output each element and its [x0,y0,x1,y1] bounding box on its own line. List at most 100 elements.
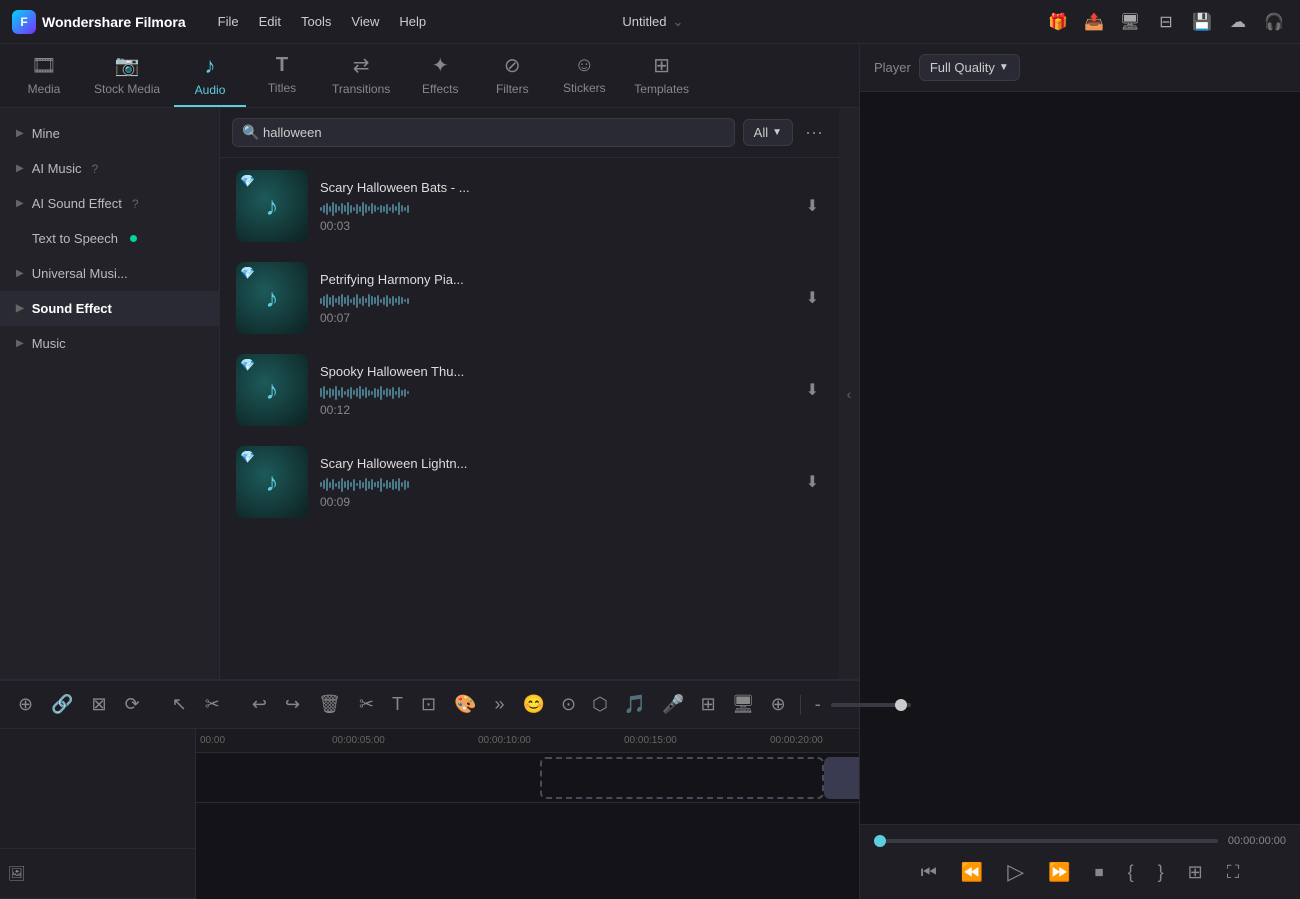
video-clip-1[interactable]: + 🖼 [824,757,859,799]
audio-title-4: Scary Halloween Lightn... [320,456,520,471]
trim-tool-button[interactable]: ✂ [199,690,226,719]
zoom-slider[interactable] [831,703,911,707]
tab-media[interactable]: 🎞 Media [8,45,80,106]
step-back-button[interactable]: ⏪ [957,858,987,887]
progress-bar[interactable] [874,839,1218,843]
link-button[interactable]: 🔗 [45,690,79,719]
tab-transitions[interactable]: ⇄ Transitions [318,45,404,106]
delete-button[interactable]: 🗑 [312,690,347,719]
group-button[interactable]: ⊠ [86,690,113,719]
tab-titles[interactable]: T Titles [246,46,318,105]
cloud-upload-icon[interactable]: ☁ [1224,8,1252,36]
audio-item-2[interactable]: 💎 ♪ Petrifying Harmony Pia... 00:07 ⬇ [228,254,831,342]
titles-tab-label: Titles [268,81,296,95]
fullscreen-button[interactable]: ⛶ [1223,858,1244,887]
tab-templates[interactable]: ⊞ Templates [620,45,703,106]
download-button-2[interactable]: ⬇ [802,284,823,312]
share-icon[interactable]: 📤 [1080,8,1108,36]
play-button[interactable]: ▷ [1003,855,1028,889]
sidebar-universal-label: Universal Musi... [32,266,128,281]
skip-back-button[interactable]: ⏮ [917,858,941,887]
speed-button[interactable]: 😊 [517,690,551,719]
waveform-3 [320,383,790,403]
filter-label: All [754,125,768,140]
add-track-button[interactable]: ⊕ [12,690,39,719]
download-button-4[interactable]: ⬇ [802,468,823,496]
undo-button[interactable]: ↩ [246,690,273,719]
progress-handle[interactable] [874,835,886,847]
audio-tool-button[interactable]: 🎵 [618,690,652,719]
track-content: 00:00 00:00:05:00 00:00:10:00 00:00:15:0… [196,729,859,899]
sidebar-item-ai-sound-effect[interactable]: ▶ AI Sound Effect ? [0,186,219,221]
timeline: ⊕ 🔗 ⊠ ⟳ ↖ ✂ ↩ ↪ 🗑 ✂ T ⊡ 🎨 » 😊 [0,679,859,899]
audio-duration-3: 00:12 [320,403,790,417]
tab-stickers[interactable]: ☺ Stickers [548,46,620,105]
search-input[interactable] [232,118,735,147]
tab-filters[interactable]: ⊘ Filters [476,45,548,106]
sidebar-item-text-to-speech[interactable]: Text to Speech [0,221,219,256]
save-icon[interactable]: 💾 [1188,8,1216,36]
menu-view[interactable]: View [343,10,387,33]
audio-title-2: Petrifying Harmony Pia... [320,272,520,287]
motion-button[interactable]: ⟳ [119,690,146,719]
sidebar-item-mine[interactable]: ▶ Mine [0,116,219,151]
more-options-button[interactable]: ··· [801,118,827,147]
mask-button[interactable]: ⬡ [586,690,614,719]
select-tool-button[interactable]: ↖ [166,690,193,719]
ai-music-help-icon: ? [92,162,99,176]
music-note-icon-1: ♪ [266,191,279,222]
snap-button[interactable]: ⊙ [555,690,582,719]
sidebar-collapse-button[interactable]: ‹ [839,108,859,679]
scene-button[interactable]: ⊞ [695,690,722,719]
audio-item-3[interactable]: 💎 ♪ Spooky Halloween Thu... 00:12 ⬇ [228,346,831,434]
crop-button[interactable]: ⊡ [415,690,442,719]
tab-stock-media[interactable]: 📷 Stock Media [80,45,174,106]
add-clip-button[interactable]: ⊕ [765,690,792,719]
tab-audio[interactable]: ♪ Audio [174,45,246,107]
audio-tab-icon: ♪ [205,53,216,79]
quality-label: Full Quality [930,60,995,75]
layout-icon[interactable]: ⊟ [1152,8,1180,36]
audio-item-1[interactable]: 💎 ♪ Scary Halloween Bats - ... 00:03 ⬇ [228,162,831,250]
time-display: 00:00:00:00 [1228,835,1286,847]
sidebar-item-music[interactable]: ▶ Music [0,326,219,361]
menu-tools[interactable]: Tools [293,10,339,33]
audio-item-4[interactable]: 💎 ♪ Scary Halloween Lightn... 00:09 ⬇ [228,438,831,526]
mic-button[interactable]: 🎤 [656,690,690,719]
color-button[interactable]: 🎨 [448,690,482,719]
templates-tab-label: Templates [634,82,689,96]
cut-button[interactable]: ✂ [353,690,380,719]
sidebar-item-universal-music[interactable]: ▶ Universal Musi... [0,256,219,291]
zoom-out-button[interactable]: - [809,690,827,719]
media-area: 🔍 All ▼ ··· 💎 ♪ [220,108,839,679]
quality-dropdown[interactable]: Full Quality ▼ [919,54,1020,81]
menu-edit[interactable]: Edit [251,10,289,33]
gem-icon-3: 💎 [240,358,255,372]
gift-icon[interactable]: 🎁 [1044,8,1072,36]
sidebar: ▶ Mine ▶ AI Music ? ▶ AI Sound Effect ? … [0,108,220,679]
menu-file[interactable]: File [210,10,247,33]
export-icon[interactable]: 🖥 [1116,8,1144,36]
mark-in-button[interactable]: { [1124,858,1138,887]
screen-record-button[interactable]: 🖥 [726,690,761,719]
more-tools-button[interactable]: » [489,690,511,719]
download-button-1[interactable]: ⬇ [802,192,823,220]
filter-dropdown[interactable]: All ▼ [743,119,793,146]
player-controls: 00:00:00:00 ⏮ ⏪ ▷ ⏩ ⏹ { } ⊞ ⛶ [860,824,1300,899]
add-to-timeline-button[interactable]: ⊞ [1184,858,1207,887]
tab-effects[interactable]: ✦ Effects [404,45,476,106]
step-forward-button[interactable]: ⏩ [1044,858,1074,887]
sidebar-item-sound-effect[interactable]: ▶ Sound Effect [0,291,219,326]
mark-out-button[interactable]: } [1154,858,1168,887]
redo-button[interactable]: ↪ [279,690,306,719]
sidebar-item-ai-music[interactable]: ▶ AI Music ? [0,151,219,186]
text-tool-button[interactable]: T [386,690,409,719]
audio-tab-label: Audio [195,83,226,97]
title-dropdown-icon[interactable]: ⌄ [672,14,683,30]
download-button-3[interactable]: ⬇ [802,376,823,404]
zoom-handle[interactable] [895,699,907,711]
menu-help[interactable]: Help [391,10,434,33]
stop-button[interactable]: ⏹ [1091,858,1108,887]
headphones-icon[interactable]: 🎧 [1260,8,1288,36]
track-label-row-1: 🖼 [0,849,195,899]
